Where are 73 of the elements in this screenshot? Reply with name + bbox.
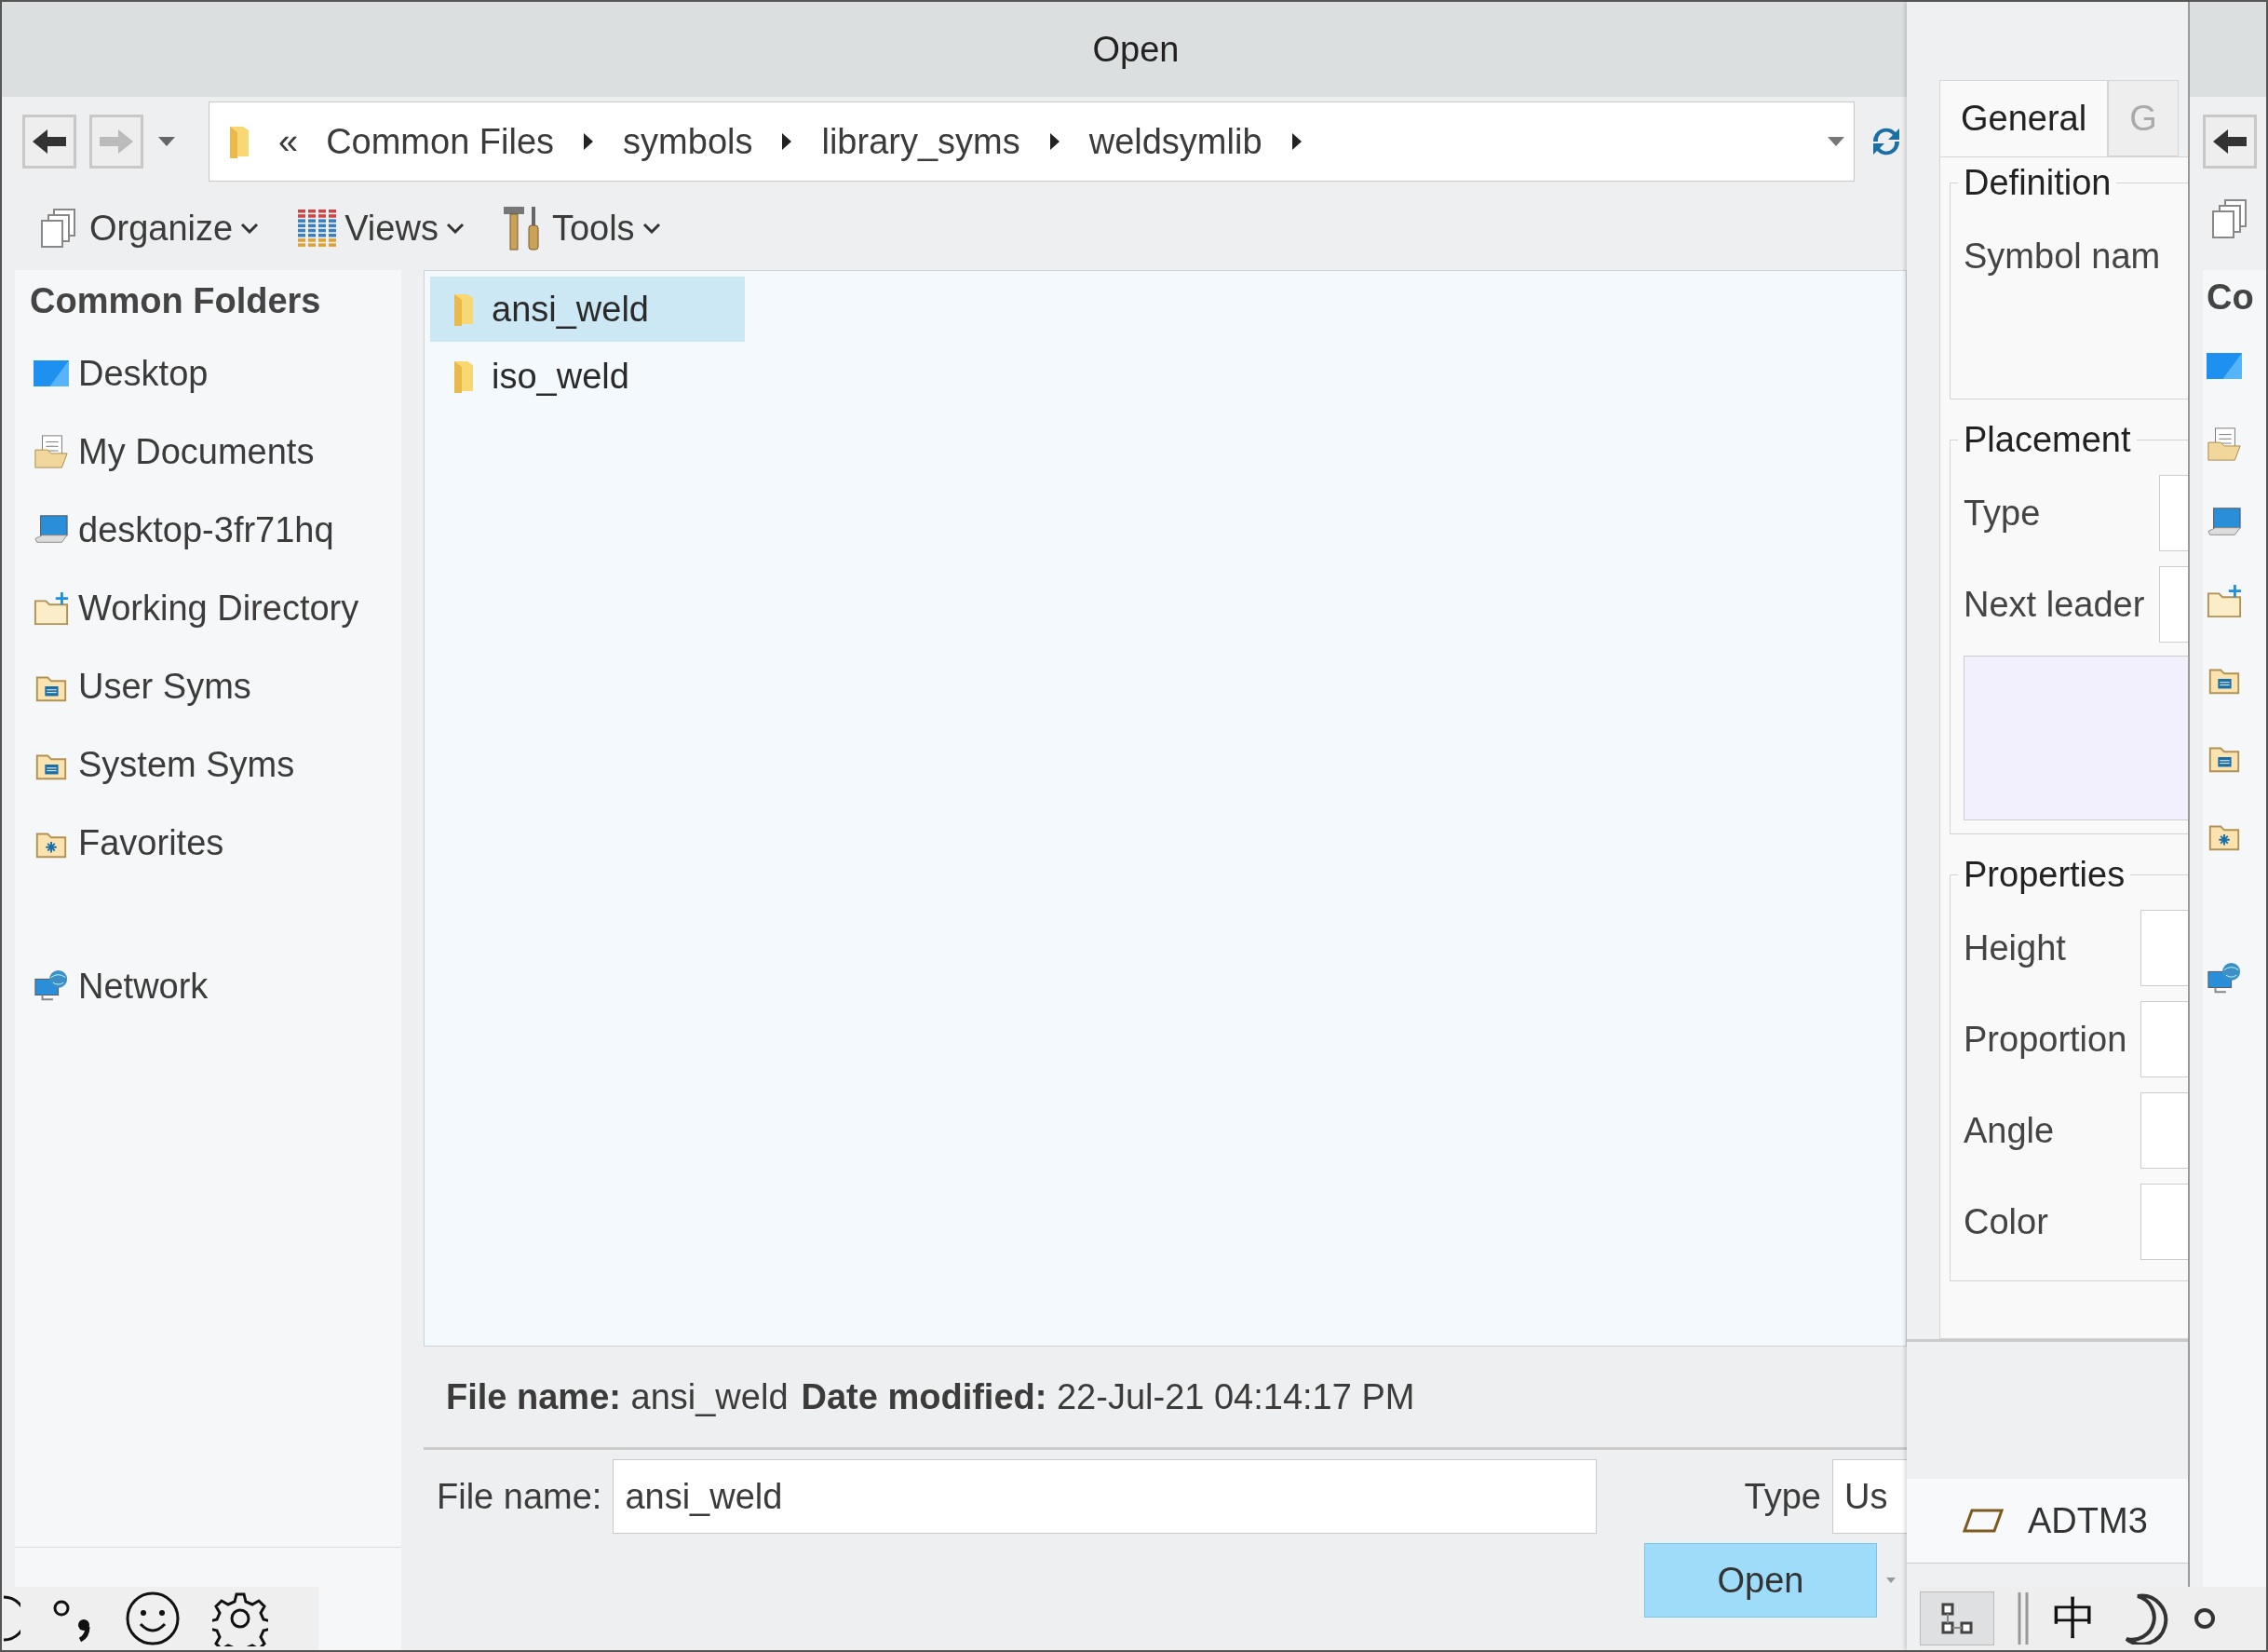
folder-star-icon — [2207, 583, 2242, 618]
nodes-icon — [1941, 1603, 1973, 1634]
field-label: Type — [1744, 1476, 1821, 1517]
sidebar-item[interactable]: System Syms — [78, 744, 295, 785]
field-label: Next leader — [1964, 584, 2146, 625]
file-row[interactable]: ansi_weld — [430, 277, 745, 342]
toolbar-button[interactable]: Views — [296, 208, 465, 249]
window-title: Open — [1092, 29, 1180, 70]
chevron-icon — [641, 223, 661, 234]
caret-icon — [1826, 135, 1846, 148]
settings-icon — [212, 1591, 268, 1646]
breadcrumb[interactable]: symbols — [623, 121, 753, 162]
sidebar-item[interactable]: Desktop — [78, 353, 209, 394]
group-title: Properties — [1963, 855, 2126, 895]
triangle-icon — [1289, 131, 1303, 152]
group-title: Definition — [1963, 163, 2113, 203]
grip-icon — [2017, 1592, 2030, 1645]
documents-folder-icon — [34, 434, 69, 469]
sidebar-item[interactable]: Working Directory — [78, 588, 359, 629]
field-label: Proportion — [1964, 1019, 2128, 1060]
overflow-chevron[interactable]: « — [278, 121, 299, 162]
breadcrumb[interactable]: Common Files — [326, 121, 555, 162]
breadcrumb[interactable]: library_syms — [821, 121, 1020, 162]
open-button[interactable]: Open — [1644, 1543, 1877, 1618]
plane-icon — [1963, 1509, 2004, 1533]
file-details: File name: ansi_weld — [446, 1376, 789, 1417]
sidebar-item[interactable]: Favorites — [78, 822, 224, 863]
desktop-icon — [2207, 352, 2242, 380]
chevron-icon — [445, 223, 465, 234]
file-row[interactable]: iso_weld — [430, 344, 745, 409]
forward-button[interactable] — [89, 115, 143, 169]
field-label: Color — [1964, 1201, 2049, 1242]
sidebar-item[interactable]: My Documents — [78, 431, 315, 472]
caret-icon — [1884, 1576, 1897, 1585]
toolbar-button[interactable]: Organize — [39, 208, 260, 249]
type-field[interactable]: Us — [1832, 1459, 1907, 1534]
desktop-icon — [34, 359, 69, 387]
back-button[interactable] — [2203, 115, 2257, 169]
field-label: File name: — [437, 1476, 602, 1517]
folder-icon — [228, 125, 250, 158]
folder-icon — [452, 359, 475, 393]
network-button[interactable] — [1920, 1591, 1994, 1645]
back-arrow-icon — [31, 128, 68, 156]
model-name: ADTM3 — [2028, 1500, 2148, 1541]
file-name-field[interactable]: ansi_weld — [613, 1459, 1598, 1534]
folder-star-icon — [34, 590, 69, 626]
toolbar-button[interactable]: Tools — [501, 205, 661, 251]
input-mode[interactable]: 中 — [2052, 1589, 2097, 1648]
circle-icon — [2194, 1607, 2216, 1630]
sidebar-heading: Common Folders — [29, 281, 322, 322]
field-label: Symbol nam — [1964, 236, 2161, 277]
forward-arrow-icon — [98, 128, 135, 156]
field-label: Type — [1964, 493, 2042, 534]
caret-icon — [156, 135, 177, 148]
sidebar-heading: Co — [2206, 277, 2255, 318]
address-bar[interactable]: « Common Files symbols library_syms weldsymlib — [209, 102, 1855, 182]
back-arrow-icon — [2211, 128, 2248, 156]
field-label: Height — [1964, 928, 2067, 968]
field-label: Angle — [1964, 1110, 2056, 1151]
sidebar-item[interactable]: User Syms — [78, 666, 251, 707]
grid-view-icon — [296, 208, 338, 249]
tab[interactable]: General — [1939, 80, 2109, 156]
sidebar-item[interactable]: Network — [78, 966, 209, 1007]
sidebar-item[interactable]: desktop-3fr71hq — [78, 509, 334, 550]
documents-folder-icon — [2207, 427, 2242, 462]
file-date: Date modified: 22-Jul-21 04:14:17 PM — [801, 1376, 1415, 1417]
folder-icon — [452, 292, 475, 326]
breadcrumb[interactable]: weldsymlib — [1088, 121, 1262, 162]
triangle-icon — [1047, 131, 1061, 152]
group-title: Placement — [1963, 420, 2132, 460]
chevron-icon — [240, 223, 260, 234]
smiley-icon — [125, 1591, 181, 1646]
back-button[interactable] — [22, 115, 76, 169]
